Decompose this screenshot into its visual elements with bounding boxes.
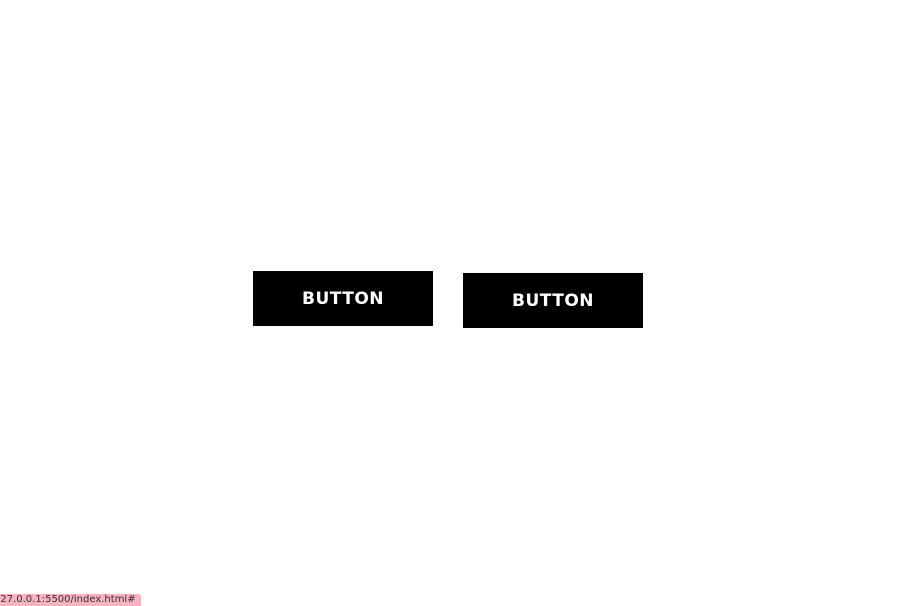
button-2[interactable]: BUTTON — [463, 273, 643, 328]
button-1[interactable]: BUTTON — [253, 271, 433, 326]
status-bar-url: 127.0.0.1:5500/index.html# — [0, 594, 141, 606]
